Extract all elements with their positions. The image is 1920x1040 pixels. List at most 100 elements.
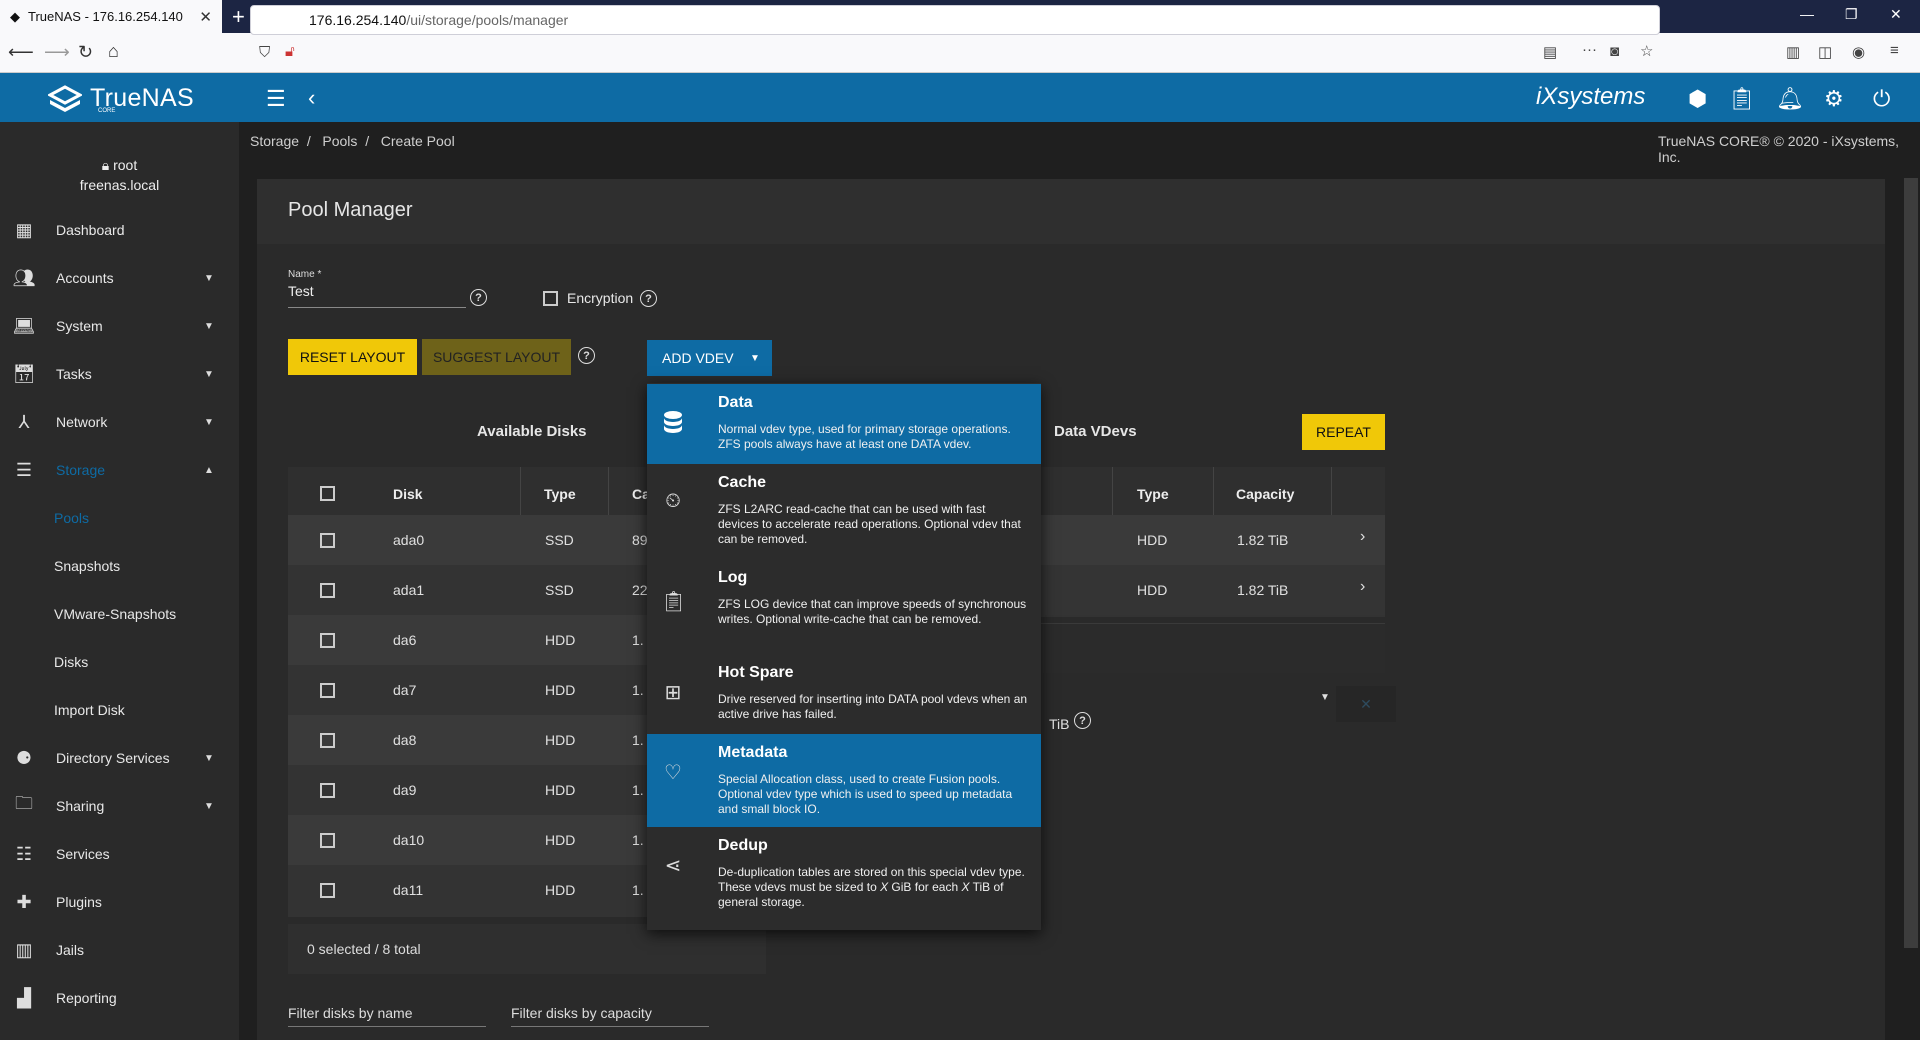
help-icon[interactable]: ? bbox=[470, 289, 487, 306]
sidebar-sub-pools[interactable]: Pools bbox=[0, 498, 239, 538]
more-actions-icon[interactable]: ··· bbox=[1582, 41, 1597, 58]
power-icon[interactable]: ⏻ bbox=[1873, 86, 1890, 112]
breadcrumb-storage[interactable]: Storage bbox=[250, 133, 299, 149]
repeat-button[interactable]: REPEAT bbox=[1302, 414, 1385, 450]
menu-item-dedup[interactable]: ⋖ Dedup De-duplication tables are stored… bbox=[647, 827, 1041, 922]
filter-name-input[interactable]: Filter disks by name bbox=[288, 1005, 486, 1027]
url-bar[interactable]: 176.16.254.140/ui/storage/pools/manager bbox=[250, 5, 1660, 35]
disk-type: SSD bbox=[545, 532, 574, 548]
back-icon[interactable]: ⟵ bbox=[8, 42, 34, 63]
filter-capacity-input[interactable]: Filter disks by capacity bbox=[511, 1005, 709, 1027]
select-dropdown-caret-icon[interactable]: ▼ bbox=[1320, 692, 1330, 703]
row-checkbox[interactable] bbox=[320, 633, 335, 648]
row-checkbox[interactable] bbox=[320, 683, 335, 698]
name-label: Name * bbox=[288, 269, 322, 280]
column-header-type[interactable]: Type bbox=[1137, 486, 1169, 502]
menu-item-data[interactable]: Data Normal vdev type, used for primary … bbox=[647, 384, 1041, 464]
truenas-logo[interactable]: TrueNAS CORE bbox=[48, 84, 194, 114]
suggest-layout-button[interactable]: SUGGEST LAYOUT bbox=[422, 339, 571, 375]
sidebar-item-tasks[interactable]: 📅︎ Tasks ▼ bbox=[0, 354, 239, 394]
pocket-icon[interactable]: ◙ bbox=[1610, 43, 1619, 60]
menu-item-cache[interactable]: ⏲ Cache ZFS L2ARC read-cache that can be… bbox=[647, 464, 1041, 559]
breadcrumb-pools[interactable]: Pools bbox=[322, 133, 357, 149]
chevron-right-icon[interactable]: › bbox=[1360, 528, 1365, 546]
help-icon[interactable]: ? bbox=[1074, 712, 1091, 729]
reload-icon[interactable]: ↻ bbox=[78, 42, 93, 63]
sidebar-sub-vmware-snapshots[interactable]: VMware-Snapshots bbox=[0, 594, 239, 634]
column-header-disk[interactable]: Disk bbox=[393, 486, 423, 502]
sidebar-item-sharing[interactable]: 🗀︎ Sharing ▼ bbox=[0, 786, 239, 826]
account-icon[interactable]: ◉ bbox=[1852, 43, 1865, 61]
truecommand-icon[interactable]: ⬢ bbox=[1688, 86, 1707, 112]
vdev-disk-type: HDD bbox=[1137, 582, 1168, 598]
sidebar-item-system[interactable]: 💻︎ System ▼ bbox=[0, 306, 239, 346]
heart-icon: ♡ bbox=[664, 762, 682, 784]
new-tab-icon[interactable]: + bbox=[232, 4, 245, 30]
hamburger-menu-icon[interactable]: ☰ bbox=[266, 86, 286, 112]
library-icon[interactable]: ▥ bbox=[1786, 43, 1800, 61]
dropdown-caret-icon[interactable]: ▼ bbox=[738, 340, 772, 376]
chevron-right-icon[interactable]: › bbox=[1360, 578, 1365, 596]
menu-icon[interactable]: ≡ bbox=[1890, 42, 1899, 59]
notifications-bell-icon[interactable]: 🔔︎ bbox=[1776, 86, 1804, 112]
row-checkbox[interactable] bbox=[320, 783, 335, 798]
username: root bbox=[113, 157, 138, 173]
row-checkbox[interactable] bbox=[320, 733, 335, 748]
insecure-lock-icon[interactable]: 🔓︎ bbox=[285, 43, 295, 60]
table-row[interactable] bbox=[1040, 565, 1385, 615]
sidebar-label: Tasks bbox=[56, 366, 92, 382]
row-checkbox[interactable] bbox=[320, 583, 335, 598]
reader-view-icon[interactable]: ▤ bbox=[1543, 43, 1557, 61]
shield-icon[interactable]: ⛉ bbox=[259, 44, 270, 61]
sidebar-sub-disks[interactable]: Disks bbox=[0, 642, 239, 682]
sidebar-toggle-icon[interactable]: ◫ bbox=[1818, 43, 1832, 61]
vdev-disk-type: HDD bbox=[1137, 532, 1168, 548]
database-icon bbox=[661, 410, 685, 440]
column-header-capacity[interactable]: Capacity bbox=[1236, 486, 1294, 502]
select-all-checkbox[interactable] bbox=[320, 486, 335, 501]
row-checkbox[interactable] bbox=[320, 883, 335, 898]
sidebar-sub-import-disk[interactable]: Import Disk bbox=[0, 690, 239, 730]
sidebar-item-storage[interactable]: ☰ Storage ▲ bbox=[0, 450, 239, 490]
sidebar-sub-snapshots[interactable]: Snapshots bbox=[0, 546, 239, 586]
column-divider bbox=[1112, 467, 1113, 517]
menu-item-hot-spare[interactable]: ⊞ Hot Spare Drive reserved for inserting… bbox=[647, 654, 1041, 734]
table-row[interactable] bbox=[1040, 515, 1385, 565]
sidebar-item-accounts[interactable]: 👥︎ Accounts ▼ bbox=[0, 258, 239, 298]
sidebar-item-plugins[interactable]: ✚ Plugins bbox=[0, 882, 239, 922]
row-checkbox[interactable] bbox=[320, 833, 335, 848]
restore-icon[interactable]: ❐ bbox=[1845, 6, 1858, 23]
storage-icon: ☰ bbox=[15, 459, 33, 480]
disk-capacity: 1. bbox=[632, 882, 644, 898]
forward-icon[interactable]: ⟶ bbox=[44, 42, 70, 63]
settings-gear-icon[interactable]: ⚙ bbox=[1824, 86, 1844, 112]
browser-tab[interactable]: ◆ TrueNAS - 176.16.254.140 ✕ bbox=[0, 0, 222, 33]
minimize-icon[interactable]: — bbox=[1800, 6, 1814, 22]
sidebar-item-jails[interactable]: ▥ Jails bbox=[0, 930, 239, 970]
remove-vdev-button[interactable]: ✕ bbox=[1336, 686, 1396, 722]
close-window-icon[interactable]: ✕ bbox=[1890, 6, 1902, 23]
reset-layout-button[interactable]: RESET LAYOUT bbox=[288, 339, 417, 375]
encryption-checkbox[interactable] bbox=[543, 291, 558, 306]
sidebar-item-dashboard[interactable]: ▦ Dashboard bbox=[0, 210, 239, 250]
sidebar-item-services[interactable]: ☷ Services bbox=[0, 834, 239, 874]
home-icon[interactable]: ⌂ bbox=[108, 41, 119, 62]
sidebar-item-network[interactable]: ⅄ Network ▼ bbox=[0, 402, 239, 442]
menu-item-title: Hot Spare bbox=[718, 664, 794, 681]
sidebar-item-directory-services[interactable]: ⚈ Directory Services ▼ bbox=[0, 738, 239, 778]
column-header-type[interactable]: Type bbox=[544, 486, 576, 502]
page-scrollbar[interactable] bbox=[1904, 178, 1918, 948]
pool-name-input[interactable]: Test bbox=[288, 283, 466, 308]
menu-item-metadata[interactable]: ♡ Metadata Special Allocation class, use… bbox=[647, 734, 1041, 827]
close-tab-icon[interactable]: ✕ bbox=[199, 8, 212, 26]
add-vdev-button[interactable]: ADD VDEV ▼ bbox=[647, 340, 772, 376]
task-manager-icon[interactable]: 📋︎ bbox=[1728, 86, 1756, 112]
breadcrumb: Storage / Pools / Create Pool bbox=[250, 133, 455, 149]
help-icon[interactable]: ? bbox=[578, 347, 595, 364]
menu-item-log[interactable]: 📋︎ Log ZFS LOG device that can improve s… bbox=[647, 559, 1041, 654]
row-checkbox[interactable] bbox=[320, 533, 335, 548]
bookmark-star-icon[interactable]: ☆ bbox=[1640, 42, 1653, 60]
collapse-chevron-icon[interactable]: ‹ bbox=[308, 85, 315, 111]
sidebar-item-reporting[interactable]: ▟ Reporting bbox=[0, 978, 239, 1018]
help-icon[interactable]: ? bbox=[640, 290, 657, 307]
